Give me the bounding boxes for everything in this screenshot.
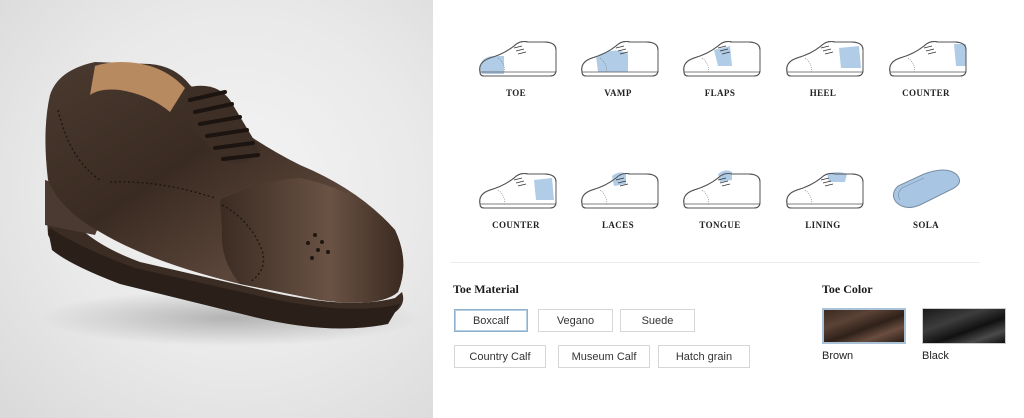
shoe-outline-icon [786,41,864,77]
color-section-title: Toe Color [822,282,873,296]
shoe-outline-icon [683,170,761,209]
part-label: SOLA [912,220,940,230]
part-label: VAMP [604,88,632,98]
material-option-museum-calf[interactable]: Museum Calf [558,345,650,368]
part-label: COUNTER [492,220,540,230]
shoe-outline-icon [786,172,864,209]
material-option-vegano[interactable]: Vegano [538,309,613,332]
part-tile-flaps[interactable]: FLAPS [672,36,768,126]
part-label: COUNTER [902,88,950,98]
material-option-suede[interactable]: Suede [620,309,695,332]
part-tile-toe[interactable]: TOE [468,36,564,126]
material-option-hatch-grain[interactable]: Hatch grain [658,345,750,368]
part-tile-laces[interactable]: LACES [570,168,666,258]
color-swatch-black[interactable] [922,308,1006,344]
material-section-title: Toe Material [453,282,519,296]
part-tile-vamp[interactable]: VAMP [570,36,666,126]
part-tile-counter-2[interactable]: COUNTER [468,168,564,258]
part-label: LINING [805,220,841,230]
shoe-outline-icon [581,41,659,77]
shoe-outline-icon [479,173,557,209]
shoe-render-image [40,62,420,346]
material-option-boxcalf[interactable]: Boxcalf [454,309,528,332]
shoe-outline-icon [479,41,557,77]
part-tile-heel[interactable]: HEEL [775,36,871,126]
shoe-preview[interactable] [0,0,433,418]
section-divider [450,262,980,263]
part-label: HEEL [809,88,837,98]
part-tile-tongue[interactable]: TONGUE [672,168,768,258]
material-option-country-calf[interactable]: Country Calf [454,345,546,368]
part-label: FLAPS [704,88,736,98]
part-tile-sola[interactable]: SOLA [878,168,974,258]
shoe-outline-icon [889,41,967,77]
color-swatch-brown[interactable] [822,308,906,344]
part-tile-lining[interactable]: LINING [775,168,871,258]
part-label: TOE [505,88,527,98]
part-label: TONGUE [699,220,741,230]
shoe-outline-icon [581,172,659,209]
part-tile-counter[interactable]: COUNTER [878,36,974,126]
part-label: LACES [601,220,634,230]
color-swatch-label-brown: Brown [822,350,854,362]
sole-icon [892,169,960,208]
shoe-outline-icon [683,41,761,77]
color-swatch-label-black: Black [922,350,949,362]
